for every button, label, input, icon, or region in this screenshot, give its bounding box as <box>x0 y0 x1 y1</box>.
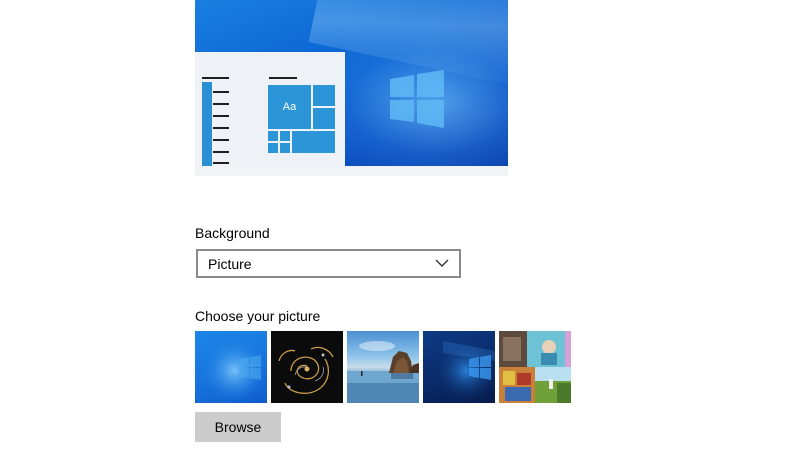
tile <box>279 130 291 142</box>
tile <box>312 107 336 130</box>
tile-grid: Aa <box>267 84 339 166</box>
thumbnail-windows-dark[interactable] <box>423 331 495 403</box>
thumbnail-beach-rocks[interactable] <box>347 331 419 403</box>
aa-tile: Aa <box>267 84 312 130</box>
start-menu-preview: Aa <box>195 52 345 166</box>
tile <box>312 84 336 107</box>
thumbnail-windows-light[interactable] <box>195 331 267 403</box>
tile <box>267 130 279 142</box>
windows-logo-icon <box>390 70 444 128</box>
desktop-preview: Aa <box>195 0 508 176</box>
tile <box>267 142 279 154</box>
background-dropdown[interactable]: Picture <box>196 249 461 278</box>
choose-picture-label: Choose your picture <box>195 308 321 324</box>
personalization-background-page: Aa Background Picture Choose your pictur… <box>0 0 800 450</box>
thumbnail-collage[interactable] <box>499 331 571 403</box>
chevron-down-icon <box>435 259 449 267</box>
browse-button[interactable]: Browse <box>195 412 281 442</box>
tile <box>291 130 336 154</box>
picture-thumbnails <box>195 331 575 405</box>
thumbnail-dark-swirl[interactable] <box>271 331 343 403</box>
tile <box>279 142 291 154</box>
background-label: Background <box>195 225 270 241</box>
background-dropdown-value: Picture <box>208 255 252 272</box>
